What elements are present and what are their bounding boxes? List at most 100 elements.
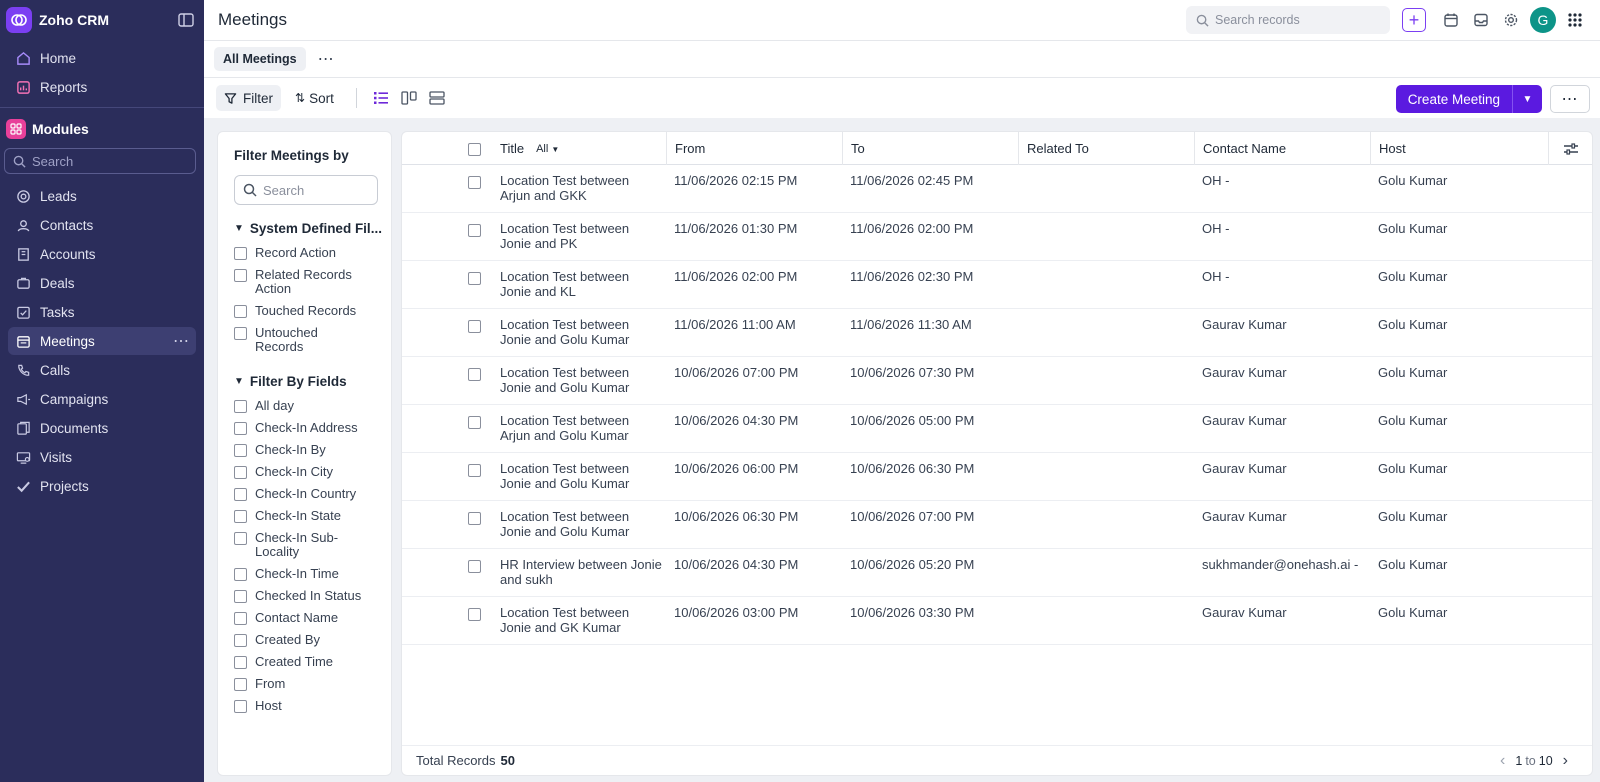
filter-option[interactable]: Touched Records [234,300,391,322]
filter-option-checkbox[interactable] [234,590,247,603]
cell-title[interactable]: Location Test between Arjun and Golu Kum… [500,413,662,443]
table-row[interactable]: Location Test between Jonie and Golu Kum… [402,453,1592,501]
select-all-checkbox[interactable] [468,142,481,156]
list-view-icon[interactable] [367,85,395,111]
modules-header[interactable]: Modules [0,116,204,142]
sort-button[interactable]: ⇅ Sort [287,85,342,111]
calendar-icon[interactable] [1436,6,1466,34]
table-row[interactable]: HR Interview between Jonie and sukh 10/06… [402,549,1592,597]
column-header-host[interactable]: Host [1370,132,1546,165]
filter-option[interactable]: Check-In Time [234,563,391,585]
row-checkbox[interactable] [468,272,481,285]
sidebar-item-campaigns[interactable]: Campaigns [8,385,196,413]
sidebar-item-calls[interactable]: Calls [8,356,196,384]
avatar[interactable]: G [1530,7,1556,33]
filter-option[interactable]: Checked In Status [234,585,391,607]
quick-create-button[interactable]: + [1402,8,1426,32]
filter-option-checkbox[interactable] [234,269,247,282]
sidebar-item-meetings[interactable]: Meetings ⋯ [8,327,196,355]
create-meeting-button[interactable]: Create Meeting [1395,85,1512,113]
row-checkbox[interactable] [468,176,481,189]
cell-title[interactable]: Location Test between Jonie and Golu Kum… [500,461,662,491]
row-checkbox[interactable] [468,320,481,333]
filter-button[interactable]: Filter [216,85,281,111]
sidebar-search-input[interactable]: Search [4,148,196,174]
filter-option-checkbox[interactable] [234,466,247,479]
filter-option-checkbox[interactable] [234,532,247,545]
row-checkbox[interactable] [468,224,481,237]
filter-option-checkbox[interactable] [234,568,247,581]
tab-all-meetings[interactable]: All Meetings [214,47,306,71]
table-row[interactable]: Location Test between Arjun and Golu Kum… [402,405,1592,453]
kanban-view-icon[interactable] [395,85,423,111]
filter-option[interactable]: Check-In Address [234,417,391,439]
filter-option-checkbox[interactable] [234,488,247,501]
tab-more-button[interactable]: ⋯ [318,49,335,69]
sidebar-item-contacts[interactable]: Contacts [8,211,196,239]
column-header-contact-name[interactable]: Contact Name [1194,132,1370,165]
filter-option-checkbox[interactable] [234,247,247,260]
more-actions-button[interactable]: ⋯ [1550,85,1590,113]
table-row[interactable]: Location Test between Jonie and GK Kumar… [402,597,1592,645]
cell-title[interactable]: Location Test between Jonie and KL [500,269,662,299]
gear-icon[interactable] [1496,6,1526,34]
row-checkbox[interactable] [468,416,481,429]
filter-option[interactable]: Created By [234,629,391,651]
filter-option[interactable]: Created Time [234,651,391,673]
column-header-to[interactable]: To [842,132,1018,165]
filter-section-header[interactable]: ▼ Filter By Fields [234,374,391,389]
filter-option[interactable]: Check-In By [234,439,391,461]
cell-title[interactable]: Location Test between Jonie and Golu Kum… [500,365,662,395]
cell-title[interactable]: Location Test between Jonie and Golu Kum… [500,509,662,539]
table-row[interactable]: Location Test between Jonie and PK 11/06/… [402,213,1592,261]
sidebar-item-deals[interactable]: Deals [8,269,196,297]
filter-search-input[interactable]: Search [234,175,378,205]
app-logo-icon[interactable] [6,7,32,33]
prev-page-chevron-left-icon[interactable]: ‹ [1500,752,1505,770]
filter-option-checkbox[interactable] [234,700,247,713]
filter-option[interactable]: Check-In Sub-Locality [234,527,391,563]
table-row[interactable]: Location Test between Arjun and GKK 11/06… [402,165,1592,213]
filter-option[interactable]: From [234,673,391,695]
sheet-view-icon[interactable] [423,85,451,111]
filter-option[interactable]: Record Action [234,242,391,264]
filter-option[interactable]: Contact Name [234,607,391,629]
sidebar-item-accounts[interactable]: Accounts [8,240,196,268]
row-checkbox[interactable] [468,512,481,525]
filter-option[interactable]: Check-In City [234,461,391,483]
sidebar-collapse-icon[interactable] [176,10,196,30]
table-row[interactable]: Location Test between Jonie and Golu Kum… [402,357,1592,405]
apps-grid-icon[interactable] [1560,6,1590,34]
row-checkbox[interactable] [468,560,481,573]
column-settings-icon[interactable] [1548,132,1592,165]
filter-option-checkbox[interactable] [234,678,247,691]
filter-option-checkbox[interactable] [234,327,247,340]
filter-option-checkbox[interactable] [234,422,247,435]
row-checkbox[interactable] [468,464,481,477]
column-header-title[interactable]: Title All ▼ [492,132,658,165]
filter-option-checkbox[interactable] [234,634,247,647]
table-row[interactable]: Location Test between Jonie and KL 11/06/… [402,261,1592,309]
filter-option[interactable]: Check-In State [234,505,391,527]
filter-option[interactable]: Related Records Action [234,264,391,300]
column-header-related-to[interactable]: Related To [1018,132,1194,165]
filter-option-checkbox[interactable] [234,444,247,457]
table-row[interactable]: Location Test between Jonie and Golu Kum… [402,501,1592,549]
global-search-input[interactable]: Search records [1186,6,1390,34]
more-options-icon[interactable]: ⋯ [173,331,190,351]
filter-option[interactable]: All day [234,395,391,417]
filter-option[interactable]: Untouched Records [234,322,391,358]
cell-title[interactable]: HR Interview between Jonie and sukh [500,557,662,587]
sidebar-item-visits[interactable]: Visits [8,443,196,471]
sidebar-item-tasks[interactable]: Tasks [8,298,196,326]
filter-option[interactable]: Check-In Country [234,483,391,505]
inbox-icon[interactable] [1466,6,1496,34]
column-header-from[interactable]: From [666,132,842,165]
filter-option-checkbox[interactable] [234,400,247,413]
sidebar-item-reports[interactable]: Reports [8,73,196,101]
create-options-chevron-down-icon[interactable]: ▼ [1512,85,1542,113]
next-page-chevron-right-icon[interactable]: › [1563,752,1568,770]
cell-title[interactable]: Location Test between Jonie and Golu Kum… [500,317,662,347]
filter-option-checkbox[interactable] [234,612,247,625]
cell-title[interactable]: Location Test between Jonie and GK Kumar [500,605,662,635]
